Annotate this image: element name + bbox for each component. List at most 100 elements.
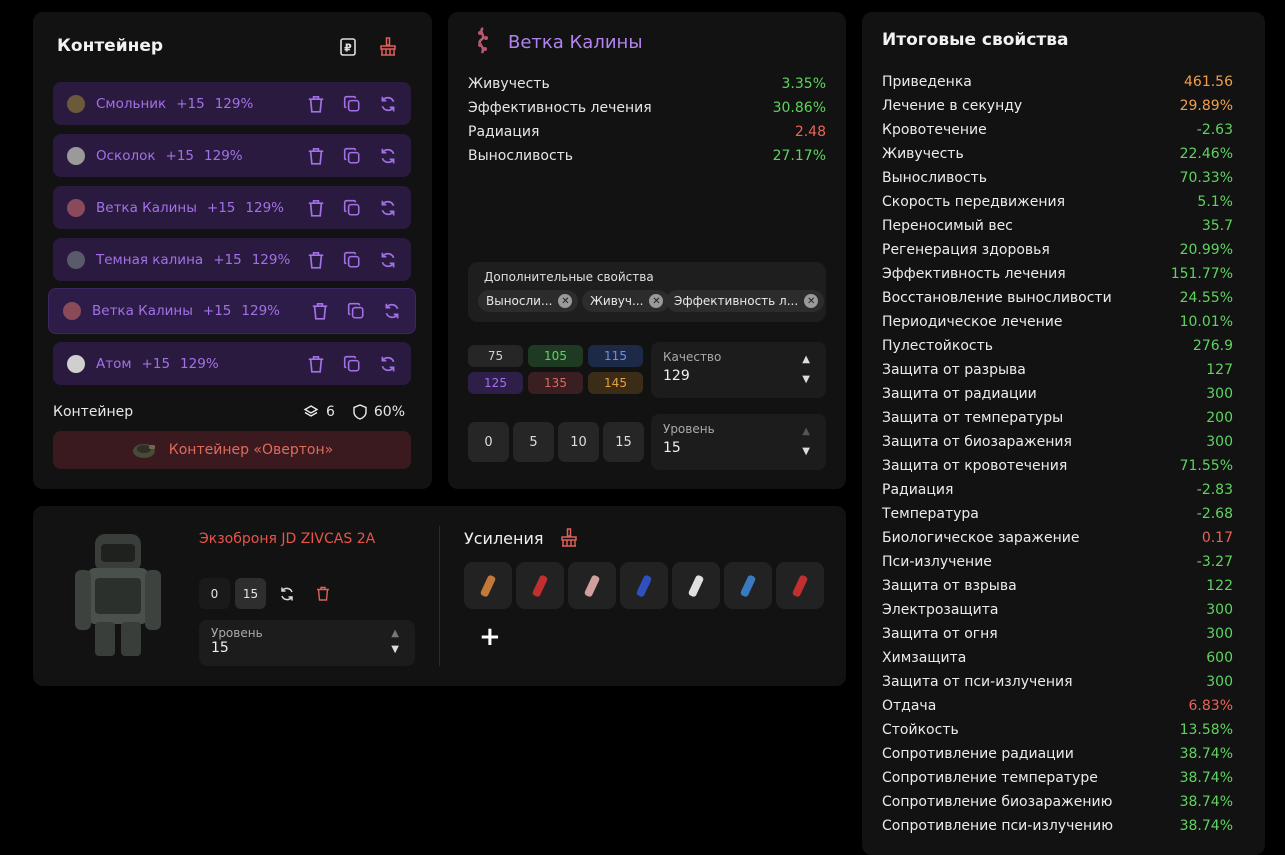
summary-row-value: 5.1% bbox=[1197, 194, 1233, 210]
summary-row: Отдача 6.83% bbox=[882, 694, 1233, 718]
summary-row-value: 70.33% bbox=[1179, 170, 1233, 186]
quality-preset-button[interactable]: 145 bbox=[588, 372, 643, 394]
artifact-level: +15 bbox=[202, 303, 232, 319]
summary-row-name: Защита от разрыва bbox=[882, 362, 1026, 378]
summary-row: Стойкость 13.58% bbox=[882, 718, 1233, 742]
summary-row-name: Лечение в секунду bbox=[882, 98, 1023, 114]
refresh-icon[interactable] bbox=[379, 199, 397, 217]
quality-preset-button[interactable]: 75 bbox=[468, 345, 523, 367]
summary-row-name: Сопротивление пси-излучению bbox=[882, 818, 1114, 834]
artifact-row[interactable]: Ветка Калины +15 129% bbox=[48, 288, 416, 334]
summary-row-name: Переносимый вес bbox=[882, 218, 1013, 234]
level-preset-button[interactable]: 10 bbox=[558, 422, 599, 462]
summary-title: Итоговые свойства bbox=[882, 30, 1069, 50]
artifact-row[interactable]: Ветка Калины +15 129% bbox=[53, 186, 411, 229]
boost-slot[interactable] bbox=[516, 562, 564, 609]
copy-icon[interactable] bbox=[343, 199, 361, 217]
level-label: Уровень bbox=[663, 422, 715, 436]
exoskeleton-image bbox=[75, 534, 161, 656]
quality-value[interactable]: 129 bbox=[663, 368, 690, 384]
boost-slot[interactable] bbox=[724, 562, 772, 609]
chevron-down-icon[interactable]: ▼ bbox=[802, 446, 810, 457]
add-boost-button[interactable]: + bbox=[479, 624, 501, 650]
refresh-icon[interactable] bbox=[379, 251, 397, 269]
chevron-down-icon[interactable]: ▼ bbox=[802, 374, 810, 385]
boost-slot[interactable] bbox=[776, 562, 824, 609]
refresh-icon[interactable] bbox=[271, 578, 302, 609]
armor-level-spinner[interactable]: Уровень 15 ▲ ▼ bbox=[199, 620, 415, 666]
quality-preset-button[interactable]: 135 bbox=[528, 372, 583, 394]
chevron-down-icon[interactable]: ▼ bbox=[391, 644, 399, 655]
boost-slot[interactable] bbox=[464, 562, 512, 609]
refresh-icon[interactable] bbox=[383, 302, 401, 320]
broom-icon[interactable] bbox=[559, 528, 579, 548]
refresh-icon[interactable] bbox=[379, 147, 397, 165]
armor-level-15-button[interactable]: 15 bbox=[235, 578, 266, 609]
trash-icon[interactable] bbox=[307, 251, 325, 269]
level-preset-button[interactable]: 5 bbox=[513, 422, 554, 462]
copy-icon[interactable] bbox=[343, 147, 361, 165]
summary-row-name: Эффективность лечения bbox=[882, 266, 1066, 282]
artifact-thumb-icon bbox=[67, 146, 85, 165]
chevron-up-icon[interactable]: ▲ bbox=[391, 628, 399, 639]
boost-slot[interactable] bbox=[620, 562, 668, 609]
summary-row-name: Защита от огня bbox=[882, 626, 998, 642]
summary-row: Сопротивление пси-излучению 38.74% bbox=[882, 814, 1233, 838]
chip-label: Живуч... bbox=[590, 294, 644, 308]
broom-icon[interactable] bbox=[377, 36, 399, 58]
armor-level-0-button[interactable]: 0 bbox=[199, 578, 230, 609]
level-preset-button[interactable]: 0 bbox=[468, 422, 509, 462]
summary-row: Живучесть 22.46% bbox=[882, 142, 1233, 166]
container-icon bbox=[132, 444, 155, 458]
summary-row-name: Электрозащита bbox=[882, 602, 999, 618]
quality-preset-button[interactable]: 105 bbox=[528, 345, 583, 367]
armor-level-value[interactable]: 15 bbox=[211, 640, 229, 656]
close-icon[interactable]: ✕ bbox=[558, 294, 573, 308]
chevron-up-icon[interactable]: ▲ bbox=[802, 354, 810, 365]
artifact-level: +15 bbox=[165, 147, 195, 164]
refresh-icon[interactable] bbox=[379, 95, 397, 113]
summary-row-value: 38.74% bbox=[1179, 818, 1233, 834]
trash-icon[interactable] bbox=[307, 147, 325, 165]
stat-name: Живучесть bbox=[468, 76, 550, 92]
summary-row-value: 6.83% bbox=[1188, 698, 1233, 714]
copy-icon[interactable] bbox=[343, 95, 361, 113]
boost-item-icon bbox=[480, 574, 496, 597]
trash-icon[interactable] bbox=[311, 302, 329, 320]
trash-icon[interactable] bbox=[307, 578, 338, 609]
level-preset-button[interactable]: 15 bbox=[603, 422, 644, 462]
boost-slot[interactable] bbox=[568, 562, 616, 609]
boost-slot[interactable] bbox=[672, 562, 720, 609]
summary-panel: Итоговые свойства Приведенка 461.56 Лечени… bbox=[862, 12, 1265, 855]
chevron-up-icon[interactable]: ▲ bbox=[802, 426, 810, 437]
summary-row: Химзащита 600 bbox=[882, 646, 1233, 670]
container-select-button[interactable]: Контейнер «Овертон» bbox=[53, 431, 411, 469]
artifact-row[interactable]: Атом +15 129% bbox=[53, 342, 411, 385]
ruble-icon[interactable]: ₽ bbox=[337, 36, 359, 58]
level-value[interactable]: 15 bbox=[663, 440, 681, 456]
artifact-row[interactable]: Осколок +15 129% bbox=[53, 134, 411, 177]
artifact-row[interactable]: Смольник +15 129% bbox=[53, 82, 411, 125]
close-icon[interactable]: ✕ bbox=[649, 294, 664, 308]
slots-stat: 6 bbox=[303, 404, 335, 420]
stat-name: Выносливость bbox=[468, 148, 574, 164]
summary-row: Эффективность лечения 151.77% bbox=[882, 262, 1233, 286]
copy-icon[interactable] bbox=[343, 355, 361, 373]
close-icon[interactable]: ✕ bbox=[804, 294, 819, 308]
artifact-row[interactable]: Темная калина +15 129% bbox=[53, 238, 411, 281]
trash-icon[interactable] bbox=[307, 199, 325, 217]
property-chip[interactable]: Живуч... ✕ bbox=[582, 290, 670, 312]
quality-preset-button[interactable]: 125 bbox=[468, 372, 523, 394]
quality-preset-button[interactable]: 115 bbox=[588, 345, 643, 367]
trash-icon[interactable] bbox=[307, 95, 325, 113]
summary-row-value: 0.17 bbox=[1201, 530, 1233, 546]
copy-icon[interactable] bbox=[347, 302, 365, 320]
artifact-stat-row: Живучесть 3.35% bbox=[468, 76, 826, 92]
trash-icon[interactable] bbox=[307, 355, 325, 373]
property-chip[interactable]: Эффективность л... ✕ bbox=[666, 290, 825, 312]
refresh-icon[interactable] bbox=[379, 355, 397, 373]
level-spinner[interactable]: Уровень 15 ▲ ▼ bbox=[651, 414, 826, 470]
quality-spinner[interactable]: Качество 129 ▲ ▼ bbox=[651, 342, 826, 398]
copy-icon[interactable] bbox=[343, 251, 361, 269]
property-chip[interactable]: Выносли... ✕ bbox=[478, 290, 579, 312]
